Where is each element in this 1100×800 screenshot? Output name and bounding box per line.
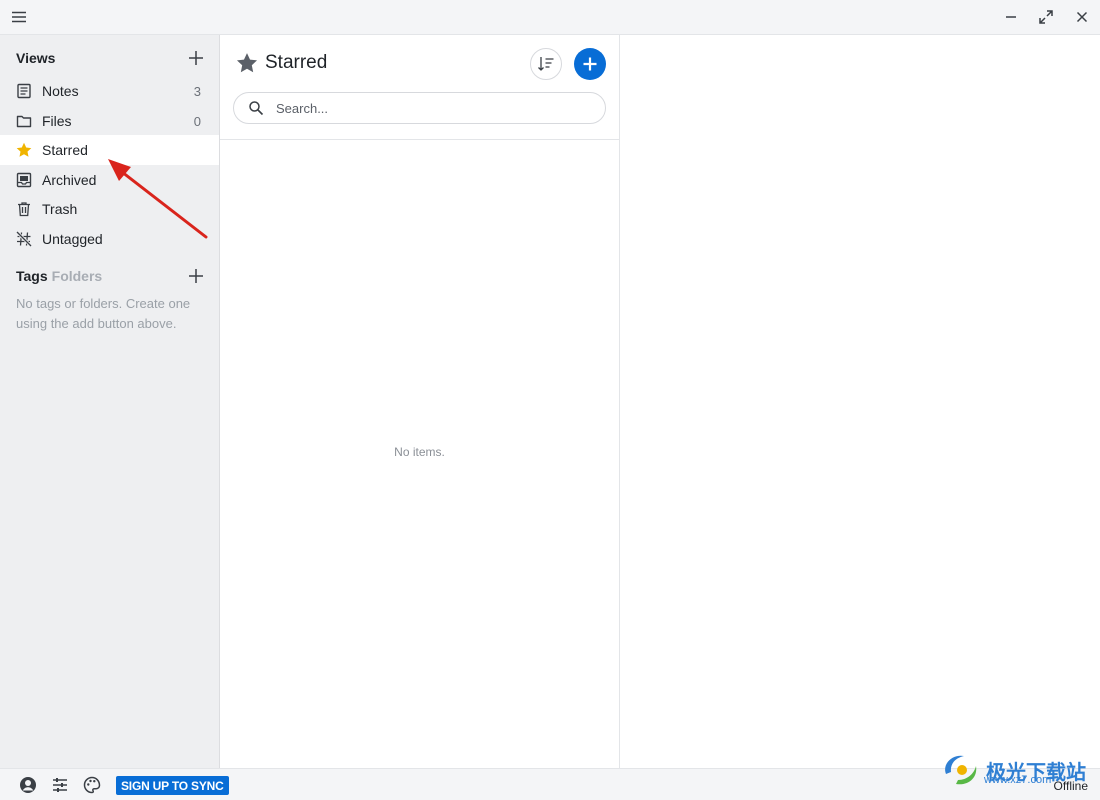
sidebar-item-label: Files [42,113,72,129]
sidebar-item-notes[interactable]: Notes 3 [0,76,219,106]
search-icon [248,100,264,116]
sign-up-to-sync-button[interactable]: SIGN UP TO SYNC [116,776,229,795]
plus-icon [189,51,203,65]
sort-icon [538,57,554,71]
title-bar [0,0,1100,35]
account-icon[interactable] [19,776,37,794]
sidebar-item-count: 0 [193,113,201,129]
plus-icon [583,57,597,71]
page-title: Starred [236,52,327,74]
watermark-logo: 极光下载站 www.xz7.com [940,748,1100,792]
close-icon[interactable] [1071,6,1093,28]
page-title-text: Starred [265,52,328,73]
sidebar-item-label: Archived [42,172,97,188]
folder-icon [16,113,32,129]
trash-icon [16,201,32,217]
watermark-logo-icon [945,755,977,785]
add-view-button[interactable] [186,48,206,68]
add-item-button[interactable] [574,48,606,80]
tags-empty-message: No tags or folders. Create one using the… [16,296,191,331]
folders-toggle[interactable]: Folders [52,268,103,284]
item-list-header: Starred [220,35,619,140]
sidebar-item-label: Starred [42,142,88,158]
views-header: Views [16,48,206,68]
sidebar: Views Notes 3 Files 0 Starred Archived T… [0,35,220,768]
untagged-icon [16,231,32,247]
sidebar-item-files[interactable]: Files 0 [0,106,219,136]
minimize-icon[interactable] [1000,6,1022,28]
sidebar-item-untagged[interactable]: Untagged [0,224,219,254]
star-icon [236,52,258,74]
sidebar-item-count: 3 [193,83,201,99]
sidebar-item-trash[interactable]: Trash [0,194,219,224]
footer-bar: SIGN UP TO SYNC Offline [0,768,1100,800]
watermark-url: www.xz7.com [984,774,1052,786]
sidebar-item-label: Trash [42,201,78,217]
empty-list-message: No items. [394,445,445,459]
themes-icon[interactable] [83,776,101,794]
star-icon [16,142,32,158]
hamburger-menu-icon[interactable] [8,7,30,27]
tags-header: Tags Folders [16,266,206,286]
search-input[interactable] [276,100,576,116]
tags-title[interactable]: Tags [16,268,48,284]
sidebar-item-label: Untagged [42,231,103,247]
notes-icon [16,83,32,99]
sidebar-item-label: Notes [42,83,79,99]
add-tag-button[interactable] [186,266,206,286]
editor-area[interactable] [620,35,1100,768]
sort-options-button[interactable] [530,48,562,80]
item-list-panel: Starred No items. [220,35,620,768]
search-bar[interactable] [233,92,606,124]
sidebar-item-archived[interactable]: Archived [0,165,219,195]
preferences-icon[interactable] [51,776,69,794]
archive-icon [16,172,32,188]
plus-icon [189,269,203,283]
maximize-icon[interactable] [1035,6,1057,28]
views-title: Views [16,50,56,66]
sidebar-item-starred[interactable]: Starred [0,135,219,165]
